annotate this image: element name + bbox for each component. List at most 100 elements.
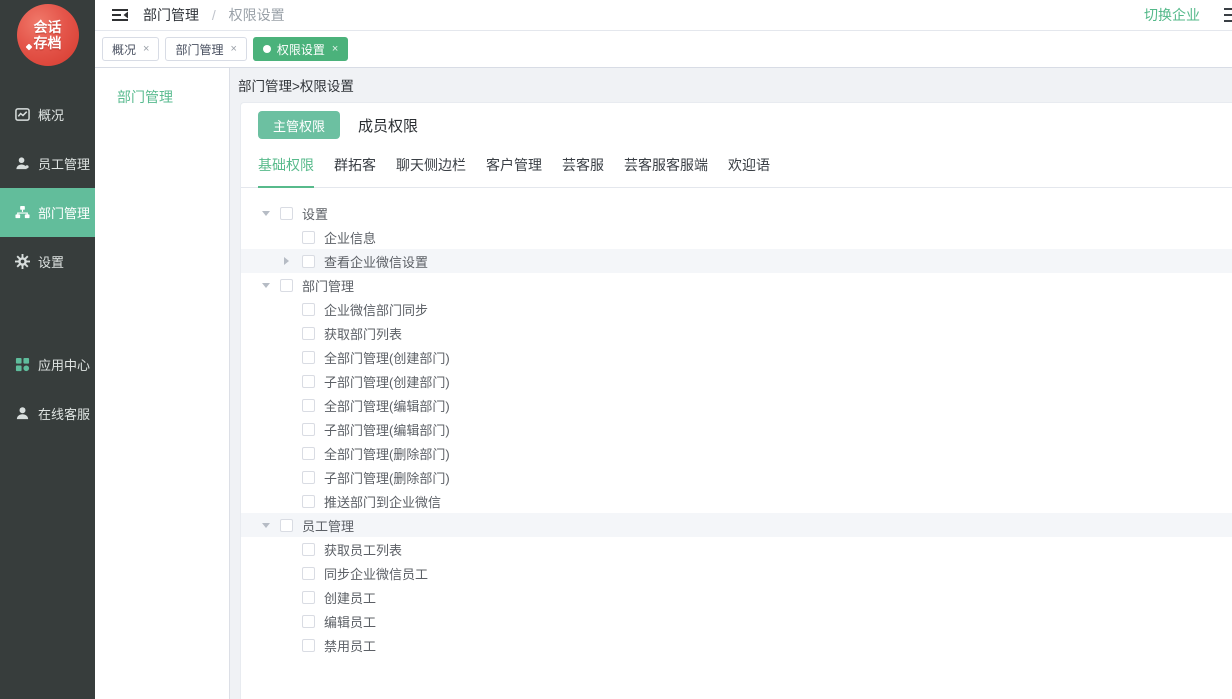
- tab-overview[interactable]: 概况 ×: [102, 37, 159, 61]
- tree-node-label: 员工管理: [302, 516, 354, 535]
- tree-node[interactable]: 全部门管理(创建部门): [241, 345, 1232, 369]
- open-tabs-bar: 概况 × 部门管理 × 权限设置 ×: [95, 31, 1232, 68]
- role-tabs: 主管权限成员权限: [241, 111, 1232, 139]
- caret-right-icon[interactable]: [284, 257, 289, 265]
- department-side-panel: 部门管理: [95, 68, 230, 699]
- checkbox[interactable]: [302, 375, 315, 388]
- tree-node[interactable]: 获取部门列表: [241, 321, 1232, 345]
- perm-tab-customer-mgmt[interactable]: 客户管理: [486, 155, 542, 187]
- tree-node[interactable]: 同步企业微信员工: [241, 561, 1232, 585]
- tree-node[interactable]: 企业信息: [241, 225, 1232, 249]
- tab-label: 部门管理: [175, 41, 223, 58]
- perm-tab-basic-permissions[interactable]: 基础权限: [258, 155, 314, 187]
- sidebar-item-label: 部门管理: [38, 203, 90, 222]
- tree-node[interactable]: 子部门管理(删除部门): [241, 465, 1232, 489]
- active-dot: [263, 45, 271, 53]
- tab-label: 权限设置: [277, 41, 325, 58]
- sidebar-item-label: 应用中心: [38, 355, 90, 374]
- checkbox[interactable]: [302, 495, 315, 508]
- department-icon: [14, 205, 30, 221]
- tree-node-label: 推送部门到企业微信: [324, 492, 441, 511]
- tree-node[interactable]: 编辑员工: [241, 609, 1232, 633]
- sidebar-item-label: 在线客服: [38, 404, 90, 423]
- checkbox[interactable]: [302, 639, 315, 652]
- checkbox[interactable]: [302, 255, 315, 268]
- tree-node[interactable]: 子部门管理(创建部门): [241, 369, 1232, 393]
- checkbox[interactable]: [302, 591, 315, 604]
- tree-node-label: 禁用员工: [324, 636, 376, 655]
- checkbox[interactable]: [280, 279, 293, 292]
- sidebar-item-settings[interactable]: 设置: [0, 237, 95, 286]
- checkbox[interactable]: [302, 423, 315, 436]
- checkbox[interactable]: [302, 351, 315, 364]
- checkbox[interactable]: [302, 303, 315, 316]
- perm-tab-welcome-message[interactable]: 欢迎语: [728, 155, 770, 187]
- tree-node-label: 全部门管理(删除部门): [324, 444, 450, 463]
- tree-node[interactable]: 部门管理: [241, 273, 1232, 297]
- checkbox[interactable]: [302, 567, 315, 580]
- body-row: 部门管理 部门管理>权限设置 主管权限成员权限 基础权限 群拓客 聊天侧边栏 客…: [95, 68, 1232, 699]
- permission-tree: 设置 企业信息 查看企业微信设置 部门管理 企业微信部门同步 获取部门列表 全部…: [241, 201, 1232, 657]
- tree-node-label: 企业微信部门同步: [324, 300, 428, 319]
- tree-node-label: 子部门管理(删除部门): [324, 468, 450, 487]
- tree-node[interactable]: 创建员工: [241, 585, 1232, 609]
- checkbox[interactable]: [280, 207, 293, 220]
- caret-down-icon[interactable]: [262, 211, 270, 216]
- checkbox[interactable]: [302, 327, 315, 340]
- checkbox[interactable]: [280, 519, 293, 532]
- role-tab-supervisor[interactable]: 主管权限: [258, 111, 340, 139]
- tree-node[interactable]: 获取员工列表: [241, 537, 1232, 561]
- sparkle-icon: [25, 44, 32, 51]
- checkbox[interactable]: [302, 399, 315, 412]
- tab-departments[interactable]: 部门管理 ×: [165, 37, 246, 61]
- switch-company-link[interactable]: 切换企业: [1144, 5, 1200, 25]
- app-root: 会话 存档 概况 员工管理 部门管理 设置 应用中心 在线客服: [0, 0, 1232, 699]
- caret-down-icon[interactable]: [262, 523, 270, 528]
- checkbox[interactable]: [302, 231, 315, 244]
- gear-icon: [14, 254, 30, 270]
- tree-node[interactable]: 全部门管理(删除部门): [241, 441, 1232, 465]
- tree-node-label: 企业信息: [324, 228, 376, 247]
- close-icon[interactable]: ×: [332, 43, 338, 55]
- hamburger-icon[interactable]: [1224, 8, 1232, 22]
- tree-node[interactable]: 推送部门到企业微信: [241, 489, 1232, 513]
- checkbox[interactable]: [302, 615, 315, 628]
- tree-node-label: 全部门管理(创建部门): [324, 348, 450, 367]
- tree-node[interactable]: 企业微信部门同步: [241, 297, 1232, 321]
- tree-node-label: 设置: [302, 204, 328, 223]
- tree-node[interactable]: 员工管理: [241, 513, 1232, 537]
- checkbox[interactable]: [302, 471, 315, 484]
- logo-circle: 会话 存档: [17, 4, 79, 66]
- tree-node[interactable]: 子部门管理(编辑部门): [241, 417, 1232, 441]
- perm-tab-yun-kefu-client[interactable]: 芸客服客服端: [624, 155, 708, 187]
- checkbox[interactable]: [302, 543, 315, 556]
- perm-tab-chat-sidebar[interactable]: 聊天侧边栏: [396, 155, 466, 187]
- tab-permission-settings[interactable]: 权限设置 ×: [253, 37, 348, 61]
- close-icon[interactable]: ×: [230, 43, 236, 55]
- sidebar-item-departments[interactable]: 部门管理: [0, 188, 95, 237]
- perm-tab-yun-kefu[interactable]: 芸客服: [562, 155, 604, 187]
- tree-node-label: 编辑员工: [324, 612, 376, 631]
- collapse-menu-icon[interactable]: [112, 8, 128, 22]
- permissions-card: 主管权限成员权限 基础权限 群拓客 聊天侧边栏 客户管理 芸客服 芸客服客服端 …: [240, 102, 1232, 699]
- top-header: 部门管理 / 权限设置 切换企业: [95, 0, 1232, 31]
- tree-node[interactable]: 查看企业微信设置: [241, 249, 1232, 273]
- perm-tab-group-expansion[interactable]: 群拓客: [334, 155, 376, 187]
- sidebar-item-online-support[interactable]: 在线客服: [0, 389, 95, 438]
- caret-down-icon[interactable]: [262, 283, 270, 288]
- tree-node-label: 子部门管理(创建部门): [324, 372, 450, 391]
- tree-node[interactable]: 设置: [241, 201, 1232, 225]
- sidebar-item-app-center[interactable]: 应用中心: [0, 340, 95, 389]
- role-tab-member[interactable]: 成员权限: [358, 115, 418, 136]
- checkbox[interactable]: [302, 447, 315, 460]
- tree-node[interactable]: 全部门管理(编辑部门): [241, 393, 1232, 417]
- breadcrumb-parent[interactable]: 部门管理: [143, 7, 199, 23]
- chart-icon: [14, 107, 30, 123]
- employee-icon: [14, 156, 30, 172]
- breadcrumb: 部门管理 / 权限设置: [143, 5, 285, 25]
- sidebar-item-overview[interactable]: 概况: [0, 90, 95, 139]
- tree-node[interactable]: 禁用员工: [241, 633, 1232, 657]
- sidebar-item-employees[interactable]: 员工管理: [0, 139, 95, 188]
- close-icon[interactable]: ×: [143, 43, 149, 55]
- department-panel-item-departments[interactable]: 部门管理: [95, 68, 229, 107]
